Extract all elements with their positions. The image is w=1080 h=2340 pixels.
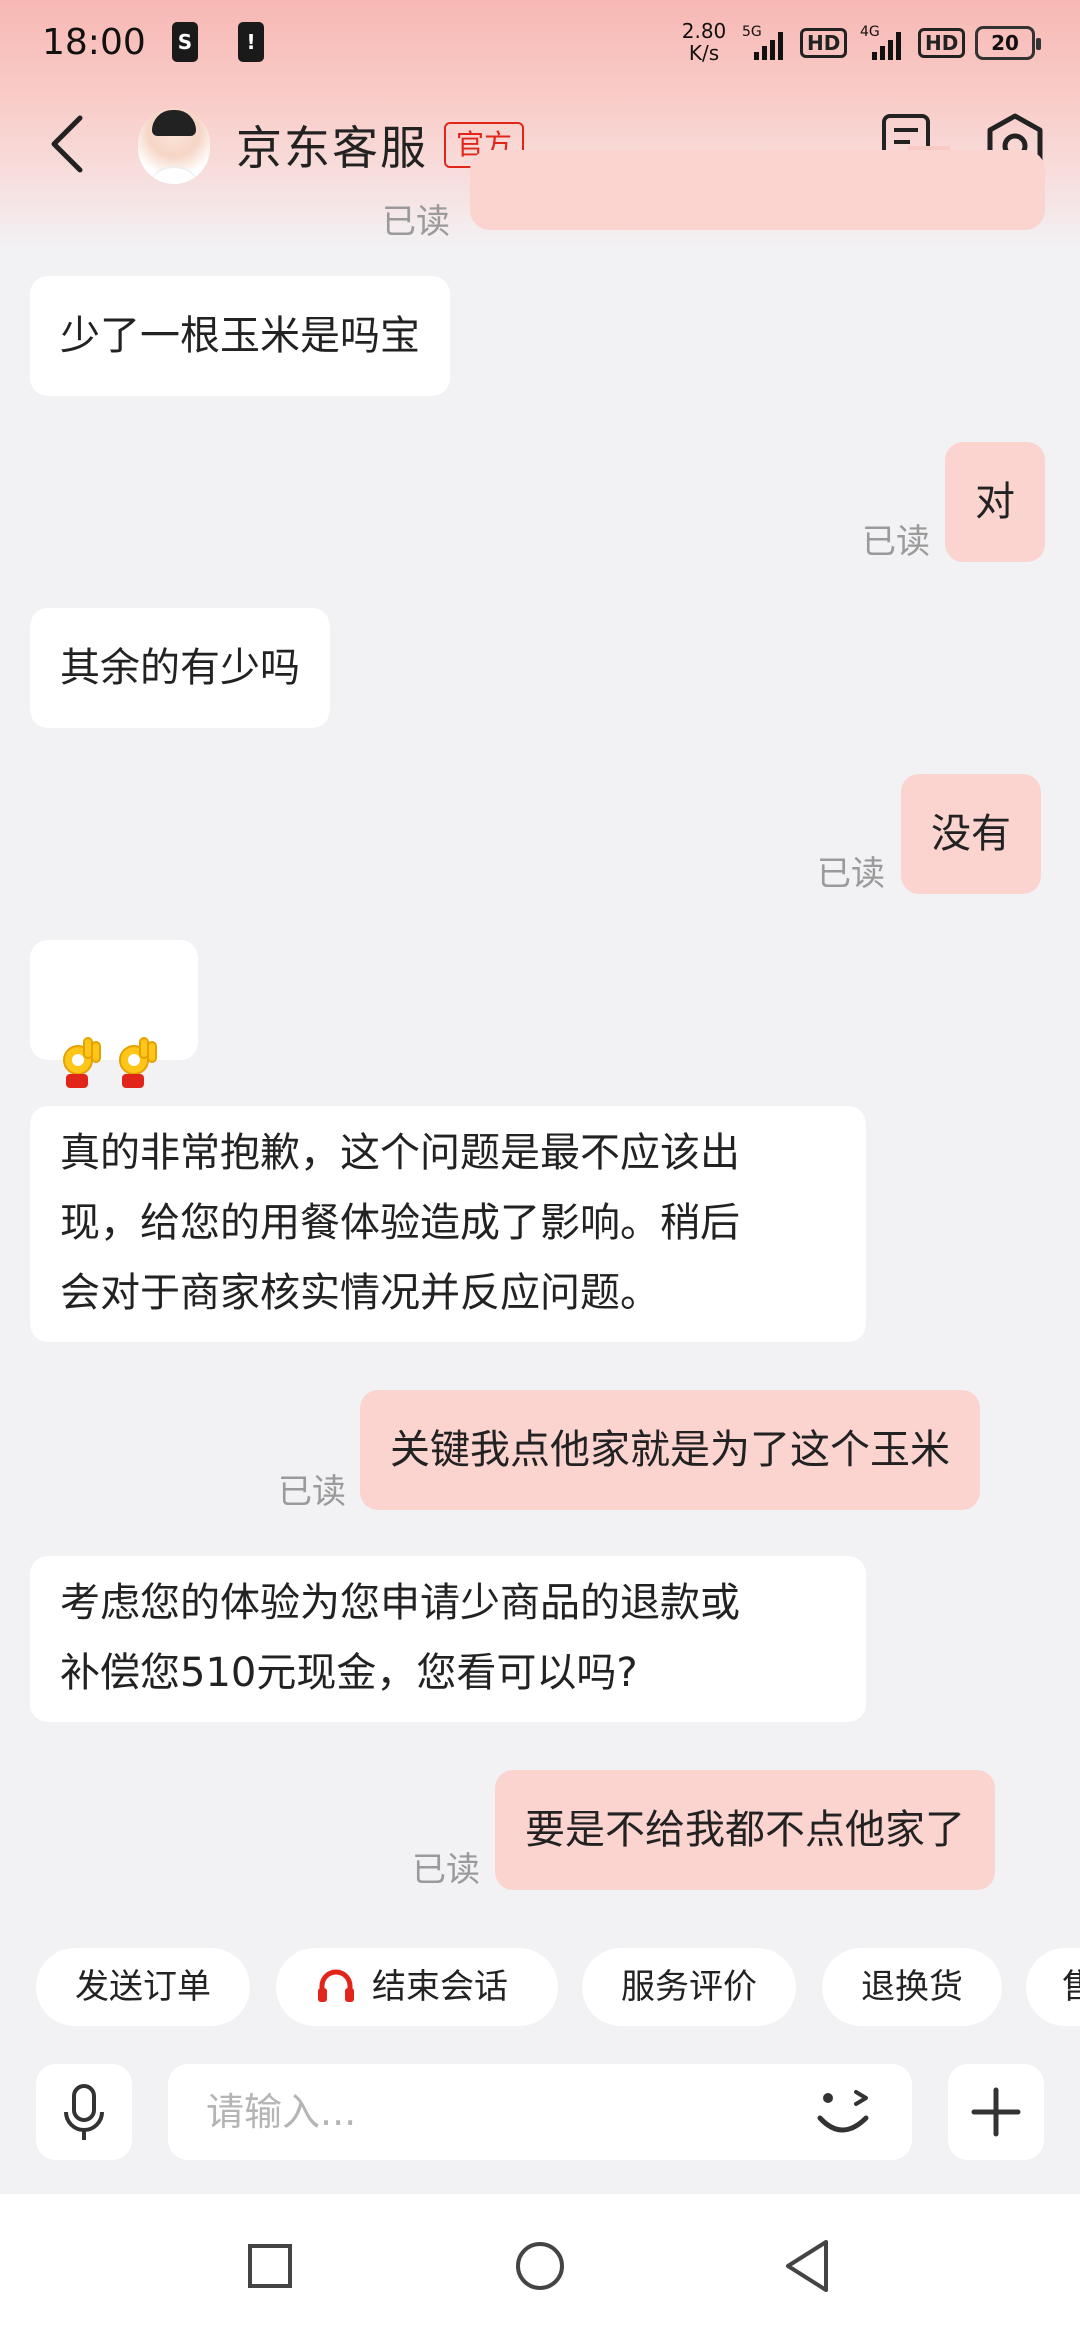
agent-message[interactable]: 少了一根玉米是吗宝 — [30, 276, 450, 396]
partial-user-bubble — [470, 150, 1045, 230]
notification-alert-icon: ! — [238, 22, 264, 62]
back-icon[interactable] — [40, 108, 100, 180]
back-nav-icon[interactable] — [772, 2230, 844, 2302]
plus-icon — [971, 2087, 1021, 2137]
read-status: 已读 — [817, 854, 885, 894]
user-message[interactable]: 关键我点他家就是为了这个玉米 — [360, 1390, 980, 1510]
end-session-label: 结束会话 — [372, 1967, 508, 2007]
emoji-wink-icon[interactable] — [812, 2086, 882, 2142]
hd-badge-1: HD — [800, 28, 848, 58]
signal-5g-label: 5G — [742, 24, 762, 40]
end-session-chip[interactable]: 结束会话 — [276, 1948, 558, 2026]
microphone-icon — [64, 2084, 104, 2140]
page-title: 京东客服 — [236, 121, 428, 175]
after-sales-chip[interactable]: 售 — [1026, 1948, 1080, 2026]
avatar[interactable] — [138, 108, 210, 184]
service-rating-chip[interactable]: 服务评价 — [582, 1948, 796, 2026]
quick-actions-bar: 发送订单 结束会话 服务评价 退换货 售 — [0, 1948, 1080, 2028]
message-input[interactable] — [168, 2064, 912, 2160]
chat-screen: 18:00 S ! 2.80 K/s 5G HD 4G HD 20 京东客服 官… — [0, 0, 1080, 2340]
recent-apps-icon[interactable] — [234, 2230, 306, 2302]
signal-5g-icon: 5G — [742, 24, 783, 60]
agent-emoji-message[interactable] — [30, 940, 198, 1088]
user-message[interactable]: 对 — [945, 442, 1045, 562]
voice-input-button[interactable] — [36, 2064, 132, 2160]
agent-message[interactable]: 真的非常抱歉，这个问题是最不应该出 现，给您的用餐体验造成了影响。稍后 会对于商… — [30, 1106, 866, 1342]
network-speed-value: 2.80 — [681, 19, 727, 43]
user-message[interactable]: 要是不给我都不点他家了 — [495, 1770, 995, 1890]
hd-badge-2: HD — [918, 28, 966, 58]
notification-s-icon: S — [172, 22, 198, 62]
headset-icon — [318, 1969, 354, 2002]
signal-4g-icon: 4G — [860, 24, 901, 60]
read-status: 已读 — [382, 202, 450, 242]
send-order-chip[interactable]: 发送订单 — [36, 1948, 250, 2026]
read-status: 已读 — [278, 1472, 346, 1512]
status-time: 18:00 — [42, 22, 146, 63]
system-navigation-bar — [0, 2194, 1080, 2340]
battery-icon: 20 — [975, 26, 1041, 60]
more-options-button[interactable] — [948, 2064, 1044, 2160]
status-bar: 18:00 S ! 2.80 K/s 5G HD 4G HD 20 — [0, 0, 1080, 90]
return-exchange-chip[interactable]: 退换货 — [822, 1948, 1002, 2026]
network-speed-unit: K/s — [688, 41, 720, 65]
network-speed: 2.80 K/s — [678, 20, 730, 64]
agent-message[interactable]: 考虑您的体验为您申请少商品的退款或 补偿您510元现金，您看可以吗? — [30, 1556, 866, 1722]
input-bar — [0, 2050, 1080, 2190]
user-message[interactable]: 没有 — [901, 774, 1041, 894]
read-status: 已读 — [862, 522, 930, 562]
read-status: 已读 — [412, 1850, 480, 1890]
home-icon[interactable] — [504, 2230, 576, 2302]
message-list[interactable]: 已读 少了一根玉米是吗宝 已读 对 其余的有少吗 已读 没有 真的非常抱歉，这个… — [0, 150, 1080, 1930]
signal-4g-label: 4G — [860, 24, 880, 40]
agent-message[interactable]: 其余的有少吗 — [30, 608, 330, 728]
